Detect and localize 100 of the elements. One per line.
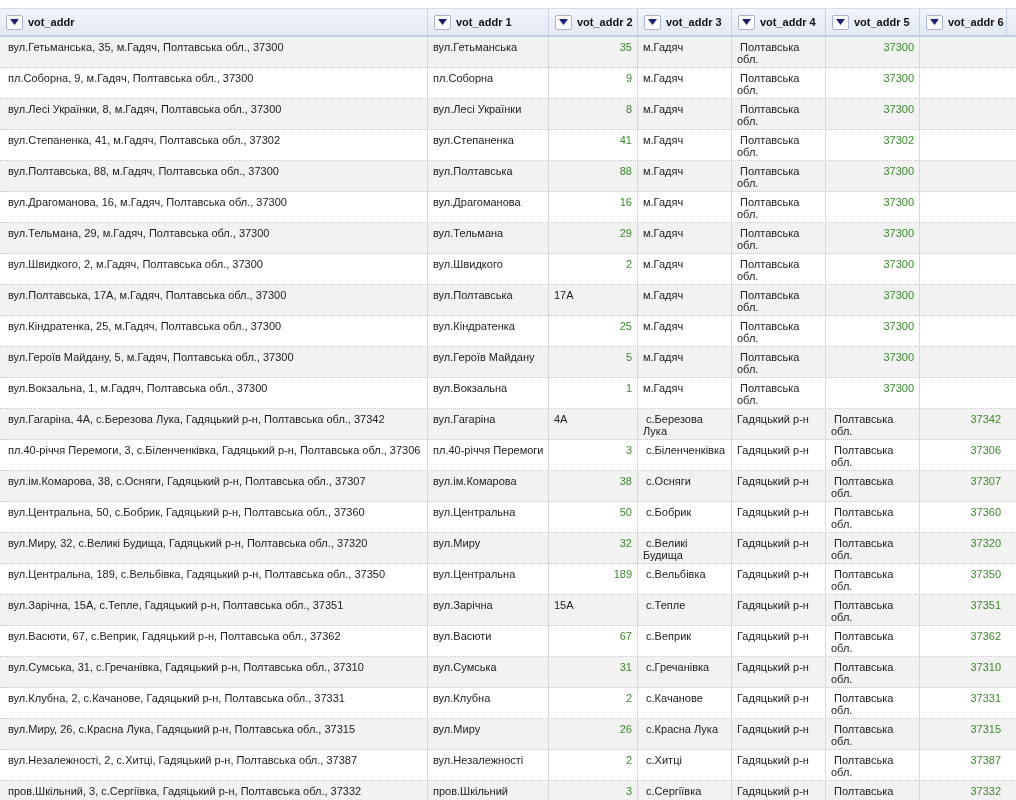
table-cell: м.Гадяч [643, 227, 684, 239]
column-header: vot_addr 5 [854, 16, 910, 28]
table-cell-text: Полтавська обл. [831, 506, 895, 530]
table-cell-text: Полтавська обл. [737, 227, 801, 251]
number-cell: 1 [625, 382, 632, 394]
column-header: vot_addr [28, 16, 75, 28]
caret-icon [836, 19, 845, 25]
table-cell: вул.Полтавська [433, 289, 513, 301]
table-cell: вул.Гагаріна [433, 413, 496, 425]
column-menu-button[interactable] [832, 14, 849, 30]
table-cell: м.Гадяч [643, 258, 684, 270]
table-cell-text: Полтавська обл. [831, 537, 895, 561]
table-cell: вул.ім.Комарова, 38, с.Осняги, Гадяцький р-н, Полтавська обл., 37307 [8, 475, 366, 487]
number-cell: 35 [619, 41, 632, 53]
column-header: vot_addr 4 [760, 16, 816, 28]
table-cell-text: Полтавська обл. [737, 165, 801, 189]
number-cell: 37300 [883, 103, 914, 115]
table-cell-text: Полтавська обл. [737, 103, 801, 127]
table-cell-text: с.Качанове [645, 692, 703, 704]
number-cell: 88 [619, 165, 632, 177]
number-cell: 8 [625, 103, 632, 115]
number-cell: 37300 [883, 382, 914, 394]
number-cell: 37300 [883, 320, 914, 332]
number-cell: 37315 [970, 723, 1001, 735]
number-cell: 37362 [970, 630, 1001, 642]
number-cell: 37310 [970, 661, 1001, 673]
table-cell: вул.Миру, 26, с.Красна Лука, Гадяцький р-н, Полтавська обл., 37315 [8, 723, 356, 735]
number-cell: 37306 [970, 444, 1001, 456]
table-cell-text: с.Березова Лука [643, 413, 704, 437]
column-header: vot_addr 3 [666, 16, 722, 28]
table-cell: 4А [554, 413, 568, 425]
table-cell-text: Полтавська обл. [831, 568, 895, 592]
table-cell-text: с.Бобрик [645, 506, 692, 518]
column-menu-button[interactable] [6, 14, 23, 30]
table-cell: 15А [554, 599, 574, 611]
number-cell: 5 [625, 351, 632, 363]
table-cell: м.Гадяч [643, 41, 684, 53]
table-cell-text: Полтавська обл. [737, 196, 801, 220]
number-cell: 37300 [883, 289, 914, 301]
table-cell-text: с.Веприк [645, 630, 692, 642]
table-cell: пл.40-річчя Перемоги, 3, с.Біленченківка, Гадяцький р-н, Полтавська обл., 37306 [8, 444, 421, 456]
number-cell: 37360 [970, 506, 1001, 518]
table-cell-text: Полтавська обл. [831, 630, 895, 654]
table-cell: вул.Центральна [433, 568, 516, 580]
table-cell-text: с.Великі Будища [643, 537, 689, 561]
caret-icon [742, 19, 751, 25]
number-cell: 37300 [883, 196, 914, 208]
table-cell-text: с.Хитці [645, 754, 682, 766]
table-cell-text: Полтавська обл. [737, 258, 801, 282]
column-header: vot_addr 6 [948, 16, 1004, 28]
table-cell: вул.Клубна [433, 692, 491, 704]
table-cell: пл.Соборна, 9, м.Гадяч, Полтавська обл., 37300 [8, 72, 254, 84]
table-cell: вул.Степаненка, 41, м.Гадяч, Полтавська обл., 37302 [8, 134, 281, 146]
table-cell-text: Полтавська обл. [737, 72, 801, 96]
table-cell: м.Гадяч [643, 289, 684, 301]
table-cell: Гадяцький р-н [737, 630, 809, 642]
number-cell: 50 [619, 506, 632, 518]
number-cell: 37300 [883, 351, 914, 363]
table-cell: м.Гадяч [643, 103, 684, 115]
table-cell: вул.Степаненка [433, 134, 514, 146]
table-cell: м.Гадяч [643, 72, 684, 84]
table-cell-text: с.Осняги [645, 475, 691, 487]
table-cell-text: Полтавська обл. [737, 41, 801, 65]
table-cell: вул.Незалежності, 2, с.Хитці, Гадяцький р-н, Полтавська обл., 37387 [8, 754, 358, 766]
table-cell-text: Полтавська обл. [737, 382, 801, 406]
table-cell: Гадяцький р-н [737, 537, 809, 549]
table-cell: вул.Незалежності [433, 754, 524, 766]
table-cell: м.Гадяч [643, 351, 684, 363]
table-cell: м.Гадяч [643, 134, 684, 146]
table-cell: пл.Соборна [433, 72, 494, 84]
column-menu-button[interactable] [926, 14, 943, 30]
number-cell: 37300 [883, 227, 914, 239]
table-cell: Гадяцький р-н [737, 568, 809, 580]
table-cell: вул.Полтавська [433, 165, 513, 177]
caret-icon [648, 19, 657, 25]
table-cell: м.Гадяч [643, 320, 684, 332]
table-cell: вул.Васюти [433, 630, 492, 642]
table-cell: вул.Зарічна, 15А, с.Тепле, Гадяцький р-н, Полтавська обл., 37351 [8, 599, 344, 611]
table-cell: Гадяцький р-н [737, 723, 809, 735]
table-cell-text: Полтавська обл. [737, 134, 801, 158]
table-cell: Гадяцький р-н [737, 692, 809, 704]
number-cell: 2 [625, 754, 632, 766]
table-cell: вул.Гагаріна, 4А, с.Березова Лука, Гадяцький р-н, Полтавська обл., 37342 [8, 413, 385, 425]
column-menu-button[interactable] [434, 14, 451, 30]
column-menu-button[interactable] [644, 14, 661, 30]
column-menu-button[interactable] [738, 14, 755, 30]
table-cell: вул.Кіндратенка [433, 320, 515, 332]
column-menu-button[interactable] [555, 14, 572, 30]
caret-icon [559, 19, 568, 25]
table-cell-text: Полтавська обл. [831, 444, 895, 468]
table-cell: Гадяцький р-н [737, 785, 809, 797]
table-cell: вул.Зарічна [433, 599, 493, 611]
table-cell: вул.Миру, 32, с.Великі Будища, Гадяцький р-н, Полтавська обл., 37320 [8, 537, 368, 549]
caret-icon [10, 19, 19, 25]
table-cell: Гадяцький р-н [737, 506, 809, 518]
table-cell: м.Гадяч [643, 196, 684, 208]
table-cell: вул.Гетьманська, 35, м.Гадяч, Полтавська обл., 37300 [8, 41, 284, 53]
table-cell: вул.ім.Комарова [433, 475, 517, 487]
column-header: vot_addr 2 [577, 16, 633, 28]
table-cell: вул.Сумська [433, 661, 497, 673]
